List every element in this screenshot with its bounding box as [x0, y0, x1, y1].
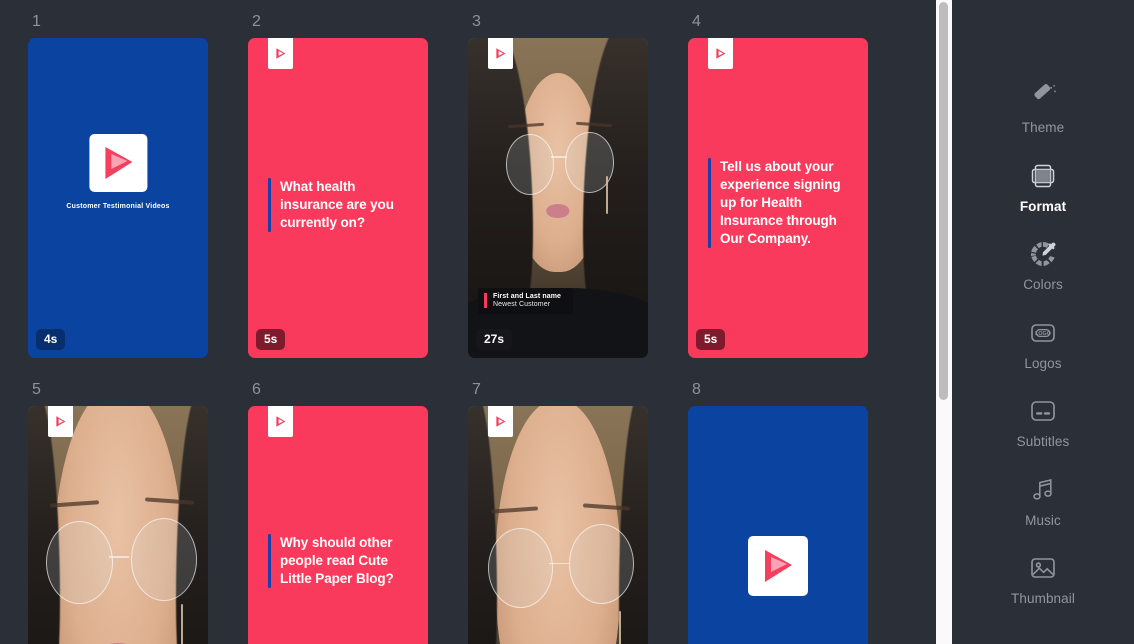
brand-logo-block	[748, 536, 808, 596]
scene-video-frame	[28, 406, 208, 644]
tool-format[interactable]: Format	[952, 161, 1134, 240]
scene-number: 3	[472, 13, 482, 30]
vertical-scrollbar-track[interactable]	[936, 0, 952, 644]
storyboard-row-2: 5 6 Why should other people read Cute Li…	[28, 358, 952, 644]
tool-colors[interactable]: Colors	[952, 239, 1134, 318]
scene-question-block: Tell us about your experience signing up…	[708, 158, 852, 249]
lower-third-caption: First and Last name Newest Customer	[478, 288, 574, 314]
scene-card-2[interactable]: What health insurance are you currently …	[248, 38, 428, 358]
color-picker-icon	[1028, 239, 1058, 269]
accent-bar	[268, 178, 271, 233]
lower-third-subtitle: Newest Customer	[493, 301, 551, 308]
tool-label: Music	[1025, 512, 1061, 528]
scene-question-text: Why should other people read Cute Little…	[280, 535, 394, 587]
scene-number: 4	[692, 13, 702, 30]
scene-card-6[interactable]: Why should other people read Cute Little…	[248, 406, 428, 644]
scene-number: 8	[692, 381, 702, 398]
tool-label: Subtitles	[1016, 434, 1070, 449]
image-picture-icon	[1028, 553, 1058, 583]
scene-card-4[interactable]: Tell us about your experience signing up…	[688, 38, 868, 358]
play-logo-icon	[48, 406, 73, 437]
scene-duration-badge: 4s	[36, 329, 66, 350]
play-logo-icon	[88, 134, 147, 193]
play-logo-icon	[268, 406, 293, 437]
lower-third-name: First and Last name	[493, 293, 562, 300]
scene-slot-7[interactable]: 7	[468, 358, 678, 644]
tool-label: Format	[1019, 198, 1067, 214]
tool-thumbnail[interactable]: Thumbnail	[952, 553, 1134, 632]
logo-box-icon: LOGO	[1028, 318, 1058, 348]
play-logo-icon	[488, 38, 513, 69]
scene-card-3[interactable]: First and Last name Newest Customer 27s	[468, 38, 648, 358]
scene-slot-4[interactable]: 4 Tell us about your experience signing …	[688, 14, 898, 358]
scene-number: 1	[32, 13, 42, 30]
tool-label: Logos	[1024, 355, 1062, 371]
magic-wand-icon	[1028, 82, 1058, 112]
scene-question-block: Why should other people read Cute Little…	[268, 534, 412, 589]
scene-card-5[interactable]	[28, 406, 208, 644]
svg-text:LOGO: LOGO	[1035, 330, 1051, 336]
vertical-scrollbar-thumb[interactable]	[939, 2, 948, 400]
tool-subtitles[interactable]: Subtitles	[952, 396, 1134, 475]
scene-card-7[interactable]	[468, 406, 648, 644]
brand-logo-block: Customer Testimonial Videos	[66, 134, 169, 210]
scene-slot-3[interactable]: 3 First and Last name Newest Customer 27…	[468, 14, 678, 358]
tool-label: Thumbnail	[1011, 592, 1075, 606]
tool-label: Theme	[1021, 120, 1065, 135]
tool-theme[interactable]: Theme	[952, 82, 1134, 161]
scene-card-1[interactable]: Customer Testimonial Videos 4s	[28, 38, 208, 358]
subtitles-icon	[1028, 396, 1058, 426]
scene-slot-2[interactable]: 2 What health insurance are you currentl…	[248, 14, 458, 358]
accent-bar	[708, 158, 711, 249]
scene-slot-8[interactable]: 8	[688, 358, 898, 644]
scene-question-text: Tell us about your experience signing up…	[720, 159, 841, 247]
scene-question-text: What health insurance are you currently …	[280, 179, 394, 231]
scene-number: 5	[32, 381, 42, 398]
scene-number: 2	[252, 13, 262, 30]
scene-question-block: What health insurance are you currently …	[268, 178, 412, 233]
accent-bar	[268, 534, 271, 589]
scene-card-8[interactable]	[688, 406, 868, 644]
scene-duration-badge: 5s	[696, 329, 726, 350]
scene-duration-badge: 5s	[256, 329, 286, 350]
scene-video-frame	[468, 406, 648, 644]
tool-music[interactable]: Music	[952, 475, 1134, 554]
tool-label: Colors	[1023, 277, 1063, 292]
scene-duration-badge: 27s	[476, 329, 513, 350]
storyboard-scroll-area[interactable]: 1 Customer Testimonial Videos 4s 2 What …	[0, 0, 952, 644]
scene-slot-1[interactable]: 1 Customer Testimonial Videos 4s	[28, 14, 238, 358]
video-editor-app: 1 Customer Testimonial Videos 4s 2 What …	[0, 0, 1134, 644]
music-note-icon	[1028, 475, 1058, 505]
scene-slot-6[interactable]: 6 Why should other people read Cute Litt…	[248, 358, 458, 644]
scene-number: 7	[472, 381, 482, 398]
tool-logos[interactable]: LOGO Logos	[952, 318, 1134, 397]
accent-bar	[484, 293, 487, 308]
play-logo-icon	[748, 536, 808, 596]
play-logo-icon	[488, 406, 513, 437]
crop-frames-icon	[1028, 161, 1058, 191]
scene-slot-5[interactable]: 5	[28, 358, 238, 644]
storyboard-grid: 1 Customer Testimonial Videos 4s 2 What …	[0, 0, 952, 644]
play-logo-icon	[268, 38, 293, 69]
scene-number: 6	[252, 381, 262, 398]
storyboard-row-1: 1 Customer Testimonial Videos 4s 2 What …	[28, 14, 952, 358]
brand-caption: Customer Testimonial Videos	[66, 203, 170, 211]
editor-tool-rail: Theme Format Colors LOGO Logos Subtitles…	[952, 0, 1134, 644]
play-logo-icon	[708, 38, 733, 69]
